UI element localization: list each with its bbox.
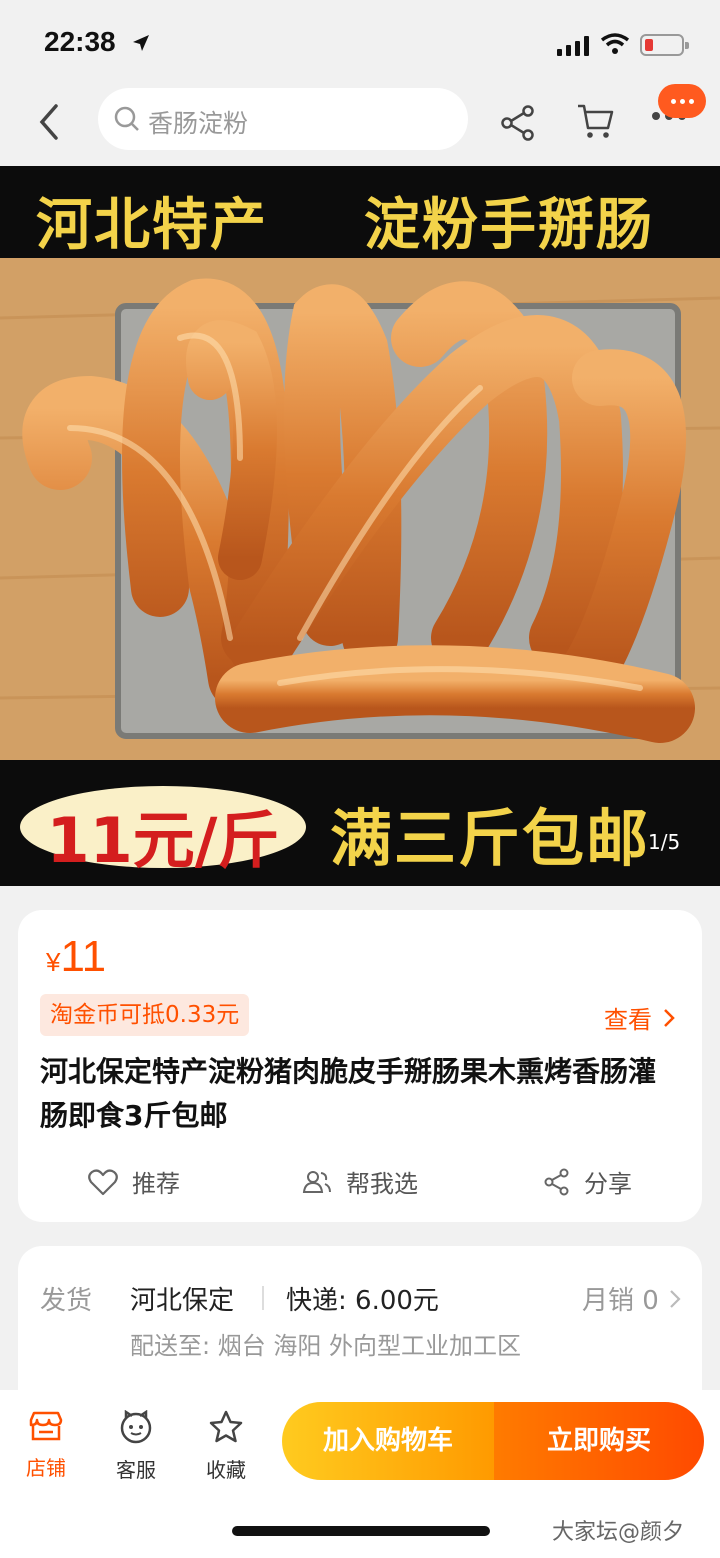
image-banner-bottom: 11元/斤 满三斤包邮 1/5 [0,760,720,886]
search-icon [114,106,139,131]
cart-icon[interactable] [576,102,616,142]
star-icon [209,1410,243,1443]
bottom-action-bar: 店铺 客服 收藏 加入购物车 立即购买 大家坛@颜夕 [0,1390,720,1558]
divider [262,1286,264,1310]
heart-icon [88,1168,118,1195]
status-bar: 22:38 [0,0,720,88]
banner-region-text: 河北特产 [36,192,268,258]
share-label: 分享 [584,1170,632,1198]
location-arrow-icon [133,35,149,51]
chevron-right-icon [670,1289,681,1308]
store-icon [29,1411,63,1441]
cellular-signal-icon [557,36,589,56]
help-choose-label: 帮我选 [346,1170,418,1198]
banner-product-text: 淀粉手掰肠 [364,192,654,258]
share-icon[interactable] [500,104,536,142]
back-arrow-icon[interactable] [34,102,62,142]
currency-symbol: ¥ [46,947,61,977]
top-nav: 香肠淀粉 [0,84,720,166]
status-time: 22:38 [44,26,116,57]
search-bar[interactable]: 香肠淀粉 [98,88,468,150]
wifi-icon [600,33,630,54]
people-icon [302,1170,331,1193]
ship-label: 发货 [40,1286,93,1316]
help-choose-button[interactable]: 帮我选 [302,1164,418,1199]
product-image-carousel[interactable]: 河北特产 淀粉手掰肠 11元/斤 满三斤包邮 1/5 [0,166,720,886]
watermark: 大家坛@颜夕 [552,1520,685,1545]
service-label: 客服 [116,1458,156,1482]
product-actions: 推荐 帮我选 分享 [18,1156,702,1206]
favorite-label: 收藏 [206,1458,246,1482]
image-pager: 1/5 [648,830,681,854]
product-title: 河北保定特产淀粉猪肉脆皮手掰肠果木熏烤香肠灌肠即食3斤包邮 [40,1055,657,1132]
customer-service-icon [120,1409,152,1444]
price-value: 11 [60,932,107,981]
banner-price-text: 11元/斤 [46,804,280,877]
view-label: 查看 [604,1006,652,1034]
service-tab[interactable]: 客服 [96,1409,176,1483]
delivery-destination: 配送至: 烟台 海阳 外向型工业加工区 [130,1332,521,1360]
express-fee: 快递: 6.00元 [286,1286,439,1316]
monthly-sales-text: 月销 0 [582,1286,659,1316]
recommend-label: 推荐 [132,1170,180,1198]
recommend-button[interactable]: 推荐 [88,1164,180,1199]
image-banner-top: 河北特产 淀粉手掰肠 [0,166,720,258]
store-tab[interactable]: 店铺 [6,1410,86,1481]
ship-origin: 河北保定 [130,1286,235,1316]
store-label: 店铺 [26,1456,66,1480]
monthly-sales: 月销 0 [582,1280,681,1317]
buy-now-button[interactable]: 立即购买 [494,1402,704,1480]
product-price: ¥11 [46,932,106,982]
chevron-right-icon [664,1008,675,1027]
search-placeholder: 香肠淀粉 [148,109,249,138]
view-offer-link[interactable]: 查看 [604,1000,676,1035]
share-icon [544,1168,569,1195]
add-to-cart-button[interactable]: 加入购物车 [282,1402,494,1480]
price-oval: 11元/斤 [20,786,306,877]
sausage-photo [0,258,720,760]
message-badge-icon[interactable] [658,84,706,118]
product-info-card: ¥11 淘金币可抵0.33元 查看 河北保定特产淀粉猪肉脆皮手掰肠果木熏烤香肠灌… [18,910,702,1222]
coin-offer-badge: 淘金币可抵0.33元 [40,994,250,1036]
share-button[interactable]: 分享 [544,1164,632,1199]
banner-shipping-text: 满三斤包邮 [330,802,651,875]
favorite-tab[interactable]: 收藏 [186,1410,266,1483]
home-indicator[interactable] [232,1526,490,1536]
battery-icon [640,34,689,56]
